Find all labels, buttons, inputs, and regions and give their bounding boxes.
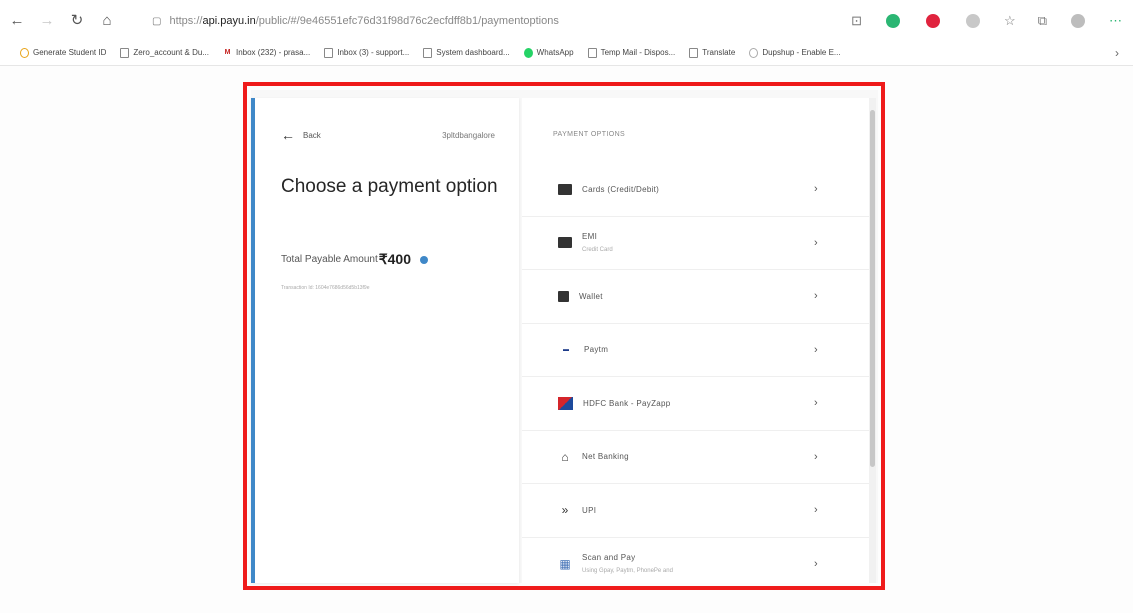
bookmark-favicon-icon bbox=[20, 47, 29, 58]
more-bookmarks-chevron-icon[interactable]: › bbox=[1115, 46, 1119, 60]
back-label: Back bbox=[303, 130, 321, 140]
option-cards[interactable]: Cards (Credit/Debit) › bbox=[522, 163, 869, 217]
forward-arrow-icon[interactable]: → bbox=[34, 7, 60, 33]
favorite-star-icon[interactable]: ☆ bbox=[1004, 13, 1016, 29]
page-icon bbox=[587, 47, 597, 58]
bookmark-item[interactable]: System dashboard... bbox=[423, 47, 510, 58]
page-title: Choose a payment option bbox=[281, 176, 498, 197]
option-label: Net Banking bbox=[582, 452, 629, 462]
paytm-icon: ▬ bbox=[563, 346, 569, 353]
page-icon bbox=[423, 47, 433, 58]
chevron-right-icon: › bbox=[814, 236, 818, 249]
page-info-icon[interactable]: ▢ bbox=[152, 16, 161, 27]
chevron-right-icon: › bbox=[814, 183, 818, 196]
merchant-name: 3pltdbangalore bbox=[442, 130, 495, 140]
option-label: Wallet bbox=[579, 291, 603, 301]
tab-search-icon[interactable]: ⊡ bbox=[851, 13, 862, 29]
option-label: HDFC Bank - PayZapp bbox=[583, 398, 671, 408]
info-icon[interactable] bbox=[420, 255, 428, 264]
option-scan-and-pay[interactable]: ▦ Scan and Pay Using Gpay, Paytm, PhoneP… bbox=[522, 538, 869, 584]
profile-avatar-icon[interactable] bbox=[1071, 14, 1085, 28]
option-sublabel: Using Gpay, Paytm, PhonePe and bbox=[582, 568, 673, 575]
bookmark-item[interactable]: Temp Mail - Dispos... bbox=[587, 47, 675, 58]
home-icon[interactable]: ⌂ bbox=[94, 7, 120, 33]
browser-menu-icon[interactable]: ⋯ bbox=[1109, 13, 1122, 29]
extensions-area: ⊡ ☆ ⧉ ⋯ bbox=[840, 8, 1133, 34]
bank-icon: ⌂ bbox=[561, 449, 569, 464]
bookmark-item[interactable]: Inbox (3) - support... bbox=[324, 47, 409, 58]
summary-panel: ← Back 3pltdbangalore Choose a payment o… bbox=[251, 98, 519, 583]
url-prefix: https:// bbox=[169, 15, 203, 27]
option-wallet[interactable]: Wallet › bbox=[522, 270, 869, 324]
payment-card: ← Back 3pltdbangalore Choose a payment o… bbox=[251, 90, 878, 583]
option-emi[interactable]: EMI Credit Card › bbox=[522, 217, 869, 270]
back-arrow-icon[interactable]: ← bbox=[4, 7, 30, 33]
bookmarks-bar: Generate Student ID Zero_account & Du...… bbox=[0, 40, 1133, 66]
extension-red-icon[interactable] bbox=[926, 14, 941, 28]
whatsapp-icon bbox=[523, 47, 533, 58]
page-content: ← Back 3pltdbangalore Choose a payment o… bbox=[0, 66, 1133, 613]
chevron-right-icon: › bbox=[814, 504, 818, 517]
section-label: PAYMENT OPTIONS bbox=[553, 131, 626, 138]
option-label: UPI bbox=[582, 505, 597, 515]
extension-green-icon[interactable] bbox=[886, 14, 901, 28]
option-payzapp[interactable]: HDFC Bank - PayZapp › bbox=[522, 377, 869, 431]
option-upi[interactable]: » UPI › bbox=[522, 484, 869, 538]
chevron-right-icon: › bbox=[814, 290, 818, 303]
option-label: EMI bbox=[582, 232, 598, 242]
option-label: Paytm bbox=[584, 345, 609, 355]
payzapp-icon bbox=[558, 396, 573, 410]
chevron-right-icon: › bbox=[814, 343, 818, 356]
option-label: Scan and Pay bbox=[582, 553, 636, 563]
qr-icon: ▦ bbox=[559, 556, 571, 571]
page-icon bbox=[120, 47, 130, 58]
payment-options-list: Cards (Credit/Debit) › EMI Credit Card ›… bbox=[522, 163, 869, 583]
extension-grey-icon[interactable] bbox=[966, 14, 981, 28]
scrollbar-thumb[interactable] bbox=[870, 110, 875, 467]
bookmark-item[interactable]: WhatsApp bbox=[523, 47, 574, 58]
address-bar[interactable]: ▢ https:// api.payu.in /public/#/9e46551… bbox=[152, 9, 792, 33]
back-button[interactable]: ← Back bbox=[281, 127, 321, 143]
gmail-icon: M bbox=[224, 49, 231, 56]
bookmark-item[interactable]: Zero_account & Du... bbox=[120, 47, 209, 58]
bookmark-favicon-icon bbox=[749, 47, 759, 58]
bookmark-item[interactable]: M Inbox (232) - prasa... bbox=[223, 48, 311, 58]
transaction-id: Transaction Id: 1604e7686d56d5b13f9e bbox=[281, 285, 370, 291]
bookmark-item[interactable]: Generate Student ID bbox=[20, 47, 106, 58]
reload-icon[interactable]: ↻ bbox=[64, 7, 90, 33]
chevron-right-icon: › bbox=[814, 397, 818, 410]
amount-row: Total Payable Amount ₹400 bbox=[281, 251, 428, 268]
bookmark-item[interactable]: Dupshup - Enable E... bbox=[749, 47, 841, 58]
url-host: api.payu.in bbox=[202, 15, 256, 27]
page-icon bbox=[324, 47, 334, 58]
amount-value: ₹400 bbox=[378, 251, 411, 267]
option-sublabel: Credit Card bbox=[582, 247, 613, 254]
collections-icon[interactable]: ⧉ bbox=[1038, 13, 1047, 29]
browser-toolbar: ← → ↻ ⌂ ▢ https:// api.payu.in /public/#… bbox=[0, 0, 1133, 40]
option-paytm[interactable]: ▬ Paytm › bbox=[522, 324, 869, 377]
back-row: ← Back 3pltdbangalore bbox=[281, 127, 495, 143]
back-arrow-icon: ← bbox=[281, 127, 295, 143]
amount-label: Total Payable Amount bbox=[281, 254, 378, 265]
card-icon bbox=[558, 183, 572, 195]
option-net-banking[interactable]: ⌂ Net Banking › bbox=[522, 431, 869, 484]
page-icon bbox=[689, 47, 699, 58]
upi-icon: » bbox=[561, 503, 569, 518]
emi-icon bbox=[558, 237, 572, 249]
option-label: Cards (Credit/Debit) bbox=[582, 184, 660, 194]
chevron-right-icon: › bbox=[814, 557, 818, 570]
wallet-icon bbox=[558, 290, 569, 302]
bookmark-item[interactable]: Translate bbox=[689, 47, 735, 58]
chevron-right-icon: › bbox=[814, 450, 818, 463]
url-path: /public/#/9e46551efc76d31f98d76c2ecfdff8… bbox=[255, 15, 559, 27]
options-scrollbar[interactable] bbox=[869, 98, 876, 583]
payment-options-panel: PAYMENT OPTIONS Cards (Credit/Debit) › E… bbox=[522, 98, 869, 583]
